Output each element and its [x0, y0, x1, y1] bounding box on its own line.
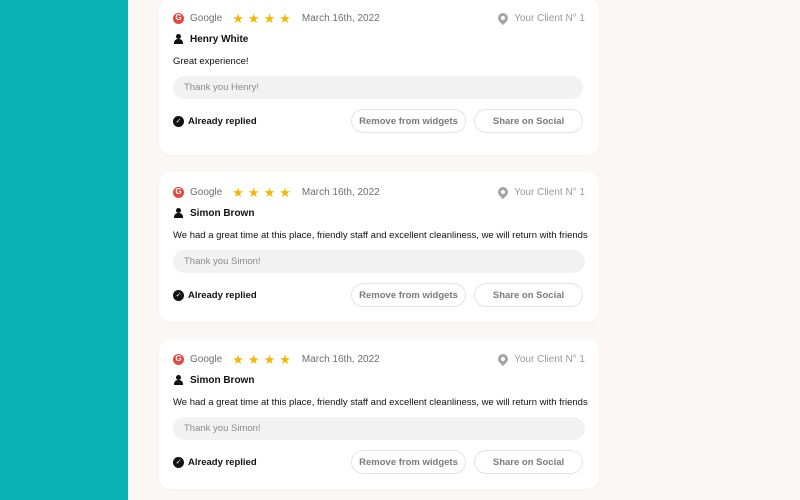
- review-card: G Google ★ ★ ★ ★ March 16th, 2022 Your C…: [159, 339, 599, 489]
- star-rating: ★ ★ ★ ★: [232, 12, 295, 25]
- review-author: Simon Brown: [190, 374, 255, 386]
- google-icon: G: [173, 186, 184, 198]
- star-icon: ★: [263, 184, 276, 200]
- review-author: Henry White: [190, 33, 249, 45]
- client-name: Your Client N° 1: [514, 353, 585, 365]
- review-actions: ✓ Already replied Remove from widgets Sh…: [173, 109, 583, 133]
- remove-from-widgets-button[interactable]: Remove from widgets: [351, 450, 466, 474]
- reply-status: Already replied: [188, 289, 257, 301]
- star-rating: ★ ★ ★ ★: [232, 186, 295, 199]
- remove-from-widgets-button[interactable]: Remove from widgets: [351, 283, 466, 307]
- star-icon: ★: [247, 351, 260, 367]
- star-icon: ★: [279, 351, 291, 367]
- review-author: Simon Brown: [190, 207, 255, 219]
- client-name: Your Client N° 1: [514, 12, 585, 24]
- star-icon: ★: [263, 351, 276, 367]
- review-author-row: Simon Brown: [174, 206, 254, 220]
- client-label: Your Client N° 1: [496, 10, 585, 26]
- share-on-social-button[interactable]: Share on Social: [474, 109, 583, 133]
- review-card: G Google ★ ★ ★ ★ March 16th, 2022 Your C…: [159, 172, 599, 322]
- star-icon: ★: [279, 184, 291, 200]
- review-text: We had a great time at this place, frien…: [173, 230, 588, 241]
- review-text: Great experience!: [173, 56, 249, 67]
- share-on-social-button[interactable]: Share on Social: [474, 450, 583, 474]
- review-source: Google: [190, 186, 223, 198]
- reply-input[interactable]: [173, 250, 585, 273]
- review-author-row: Simon Brown: [174, 373, 254, 387]
- user-icon: [174, 375, 183, 385]
- star-icon: ★: [232, 10, 244, 26]
- star-icon: ★: [247, 10, 260, 26]
- location-pin-icon: [496, 351, 511, 367]
- review-source: Google: [190, 353, 223, 365]
- review-source: Google: [190, 12, 223, 24]
- review-card: G Google ★ ★ ★ ★ March 16th, 2022 Your C…: [159, 0, 599, 155]
- check-circle-icon: ✓: [173, 115, 184, 127]
- check-circle-icon: ✓: [173, 289, 184, 301]
- reply-status: Already replied: [188, 456, 257, 468]
- review-actions: ✓ Already replied Remove from widgets Sh…: [173, 450, 583, 474]
- client-name: Your Client N° 1: [514, 186, 585, 198]
- reply-input[interactable]: [173, 76, 583, 99]
- review-author-row: Henry White: [174, 32, 248, 46]
- sidebar: [0, 0, 128, 500]
- star-icon: ★: [232, 184, 244, 200]
- user-icon: [174, 34, 183, 44]
- review-date: March 16th, 2022: [301, 186, 380, 198]
- review-date: March 16th, 2022: [301, 353, 380, 365]
- star-icon: ★: [279, 10, 291, 26]
- google-icon: G: [173, 12, 184, 24]
- review-actions: ✓ Already replied Remove from widgets Sh…: [173, 283, 583, 307]
- review-header: G Google ★ ★ ★ ★ March 16th, 2022 Your C…: [173, 351, 585, 367]
- star-icon: ★: [263, 10, 276, 26]
- star-icon: ★: [232, 351, 244, 367]
- star-icon: ★: [247, 184, 260, 200]
- client-label: Your Client N° 1: [496, 351, 585, 367]
- location-pin-icon: [496, 10, 511, 26]
- client-label: Your Client N° 1: [496, 184, 585, 200]
- location-pin-icon: [496, 184, 511, 200]
- review-text: We had a great time at this place, frien…: [173, 397, 588, 408]
- google-icon: G: [173, 353, 184, 365]
- remove-from-widgets-button[interactable]: Remove from widgets: [351, 109, 466, 133]
- reply-status: Already replied: [188, 115, 257, 127]
- check-circle-icon: ✓: [173, 456, 184, 468]
- star-rating: ★ ★ ★ ★: [232, 353, 295, 366]
- share-on-social-button[interactable]: Share on Social: [474, 283, 583, 307]
- review-date: March 16th, 2022: [301, 12, 380, 24]
- reply-input[interactable]: [173, 417, 585, 440]
- review-header: G Google ★ ★ ★ ★ March 16th, 2022 Your C…: [173, 10, 585, 26]
- review-header: G Google ★ ★ ★ ★ March 16th, 2022 Your C…: [173, 184, 585, 200]
- user-icon: [174, 208, 183, 218]
